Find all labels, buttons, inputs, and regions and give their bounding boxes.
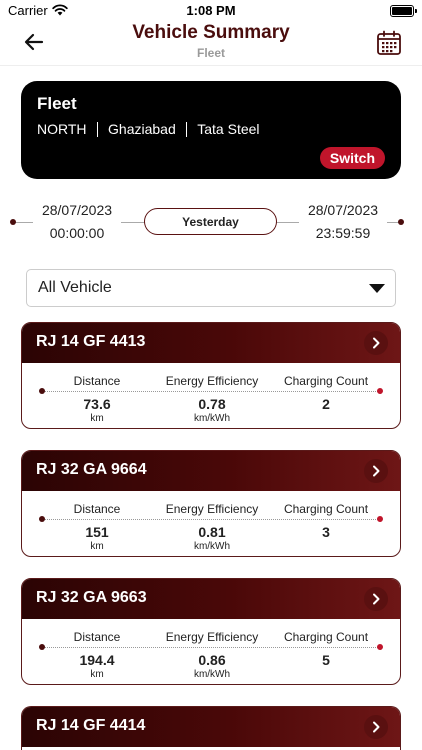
metric-dot-right	[377, 516, 383, 522]
metric-dot-left	[39, 516, 45, 522]
battery-icon	[390, 5, 417, 17]
distance-label: Distance	[62, 630, 132, 644]
page-title: Vehicle Summary	[132, 22, 290, 43]
fleet-title: Fleet	[37, 94, 77, 113]
divider	[96, 121, 99, 137]
start-time: 00:00:00	[49, 225, 105, 241]
vehicle-card[interactable]: RJ 14 GF 4413 Distance 73.6 km Energy Ef…	[21, 322, 401, 429]
chevron-right-icon[interactable]	[364, 459, 388, 483]
efficiency-label: Energy Efficiency	[158, 630, 266, 644]
charging-label: Charging Count	[278, 374, 374, 388]
metric-dot-left	[39, 388, 45, 394]
switch-fleet-button[interactable]: Switch	[319, 147, 385, 169]
charging-metric: Charging Count 5	[278, 630, 374, 668]
end-datetime[interactable]: 28/07/2023 23:59:59	[299, 202, 387, 241]
page-subtitle: Fleet	[196, 46, 225, 60]
distance-unit: km	[90, 541, 104, 552]
charging-metric: Charging Count 3	[278, 502, 374, 540]
vehicle-card-header: RJ 32 GA 9664	[22, 451, 400, 491]
chevron-right-icon[interactable]	[364, 587, 388, 611]
charging-metric: Charging Count 2	[278, 374, 374, 412]
efficiency-metric: Energy Efficiency 0.86 km/kWh	[158, 630, 266, 680]
charging-value: 2	[322, 396, 330, 412]
efficiency-value: 0.81	[198, 524, 226, 540]
fleet-city: Ghaziabad	[108, 121, 176, 137]
distance-value: 194.4	[79, 652, 115, 668]
distance-metric: Distance 73.6 km	[62, 374, 132, 424]
efficiency-value: 0.78	[198, 396, 226, 412]
caret-down-icon	[369, 284, 385, 293]
vehicle-filter-dropdown[interactable]: All Vehicle	[26, 269, 396, 307]
start-datetime[interactable]: 28/07/2023 00:00:00	[33, 202, 121, 241]
vehicle-plate: RJ 14 GF 4414	[36, 717, 146, 734]
yesterday-preset-button[interactable]: Yesterday	[144, 208, 277, 235]
distance-unit: km	[90, 413, 104, 424]
fleet-details: NORTH Ghaziabad Tata Steel	[37, 121, 260, 137]
charging-value: 5	[322, 652, 330, 668]
fleet-region: NORTH	[37, 121, 87, 137]
charging-label: Charging Count	[278, 502, 374, 516]
metric-dot-right	[377, 388, 383, 394]
divider	[185, 121, 188, 137]
vehicle-plate: RJ 32 GA 9663	[36, 589, 147, 606]
fleet-card: Fleet NORTH Ghaziabad Tata Steel Switch	[21, 81, 401, 179]
metric-dot-left	[39, 644, 45, 650]
vehicle-card-header: RJ 32 GA 9663	[22, 579, 400, 619]
vehicle-card-header: RJ 14 GF 4413	[22, 323, 400, 363]
fleet-company: Tata Steel	[197, 121, 260, 137]
distance-label: Distance	[62, 374, 132, 388]
status-bar: Carrier 1:08 PM	[0, 0, 422, 22]
end-time: 23:59:59	[315, 225, 371, 241]
distance-metric: Distance 151 km	[62, 502, 132, 552]
efficiency-value: 0.86	[198, 652, 226, 668]
charging-value: 3	[322, 524, 330, 540]
start-date: 28/07/2023	[41, 202, 113, 218]
vehicle-card[interactable]: RJ 32 GA 9664 Distance 151 km Energy Eff…	[21, 450, 401, 557]
calendar-icon[interactable]	[376, 30, 402, 56]
vehicle-filter-value: All Vehicle	[38, 279, 112, 296]
vehicle-plate: RJ 32 GA 9664	[36, 461, 147, 478]
charging-label: Charging Count	[278, 630, 374, 644]
metric-dot-right	[377, 644, 383, 650]
vehicle-card-header: RJ 14 GF 4414	[22, 707, 400, 747]
chevron-right-icon[interactable]	[364, 331, 388, 355]
distance-unit: km	[90, 669, 104, 680]
vehicle-card[interactable]: RJ 32 GA 9663 Distance 194.4 km Energy E…	[21, 578, 401, 685]
date-end-dot	[398, 219, 404, 225]
distance-value: 151	[85, 524, 109, 540]
nav-header: Vehicle Summary Fleet	[0, 22, 422, 66]
distance-value: 73.6	[83, 396, 111, 412]
distance-metric: Distance 194.4 km	[62, 630, 132, 680]
efficiency-unit: km/kWh	[193, 413, 231, 424]
efficiency-unit: km/kWh	[193, 669, 231, 680]
end-date: 28/07/2023	[307, 202, 379, 218]
date-start-dot	[10, 219, 16, 225]
date-range-selector: 28/07/2023 00:00:00 Yesterday 28/07/2023…	[0, 198, 422, 248]
distance-label: Distance	[62, 502, 132, 516]
clock: 1:08 PM	[186, 3, 236, 18]
chevron-right-icon[interactable]	[364, 715, 388, 739]
efficiency-unit: km/kWh	[193, 541, 231, 552]
efficiency-metric: Energy Efficiency 0.78 km/kWh	[158, 374, 266, 424]
efficiency-label: Energy Efficiency	[158, 374, 266, 388]
vehicle-plate: RJ 14 GF 4413	[36, 333, 146, 350]
efficiency-metric: Energy Efficiency 0.81 km/kWh	[158, 502, 266, 552]
vehicle-card[interactable]: RJ 14 GF 4414	[21, 706, 401, 750]
efficiency-label: Energy Efficiency	[158, 502, 266, 516]
